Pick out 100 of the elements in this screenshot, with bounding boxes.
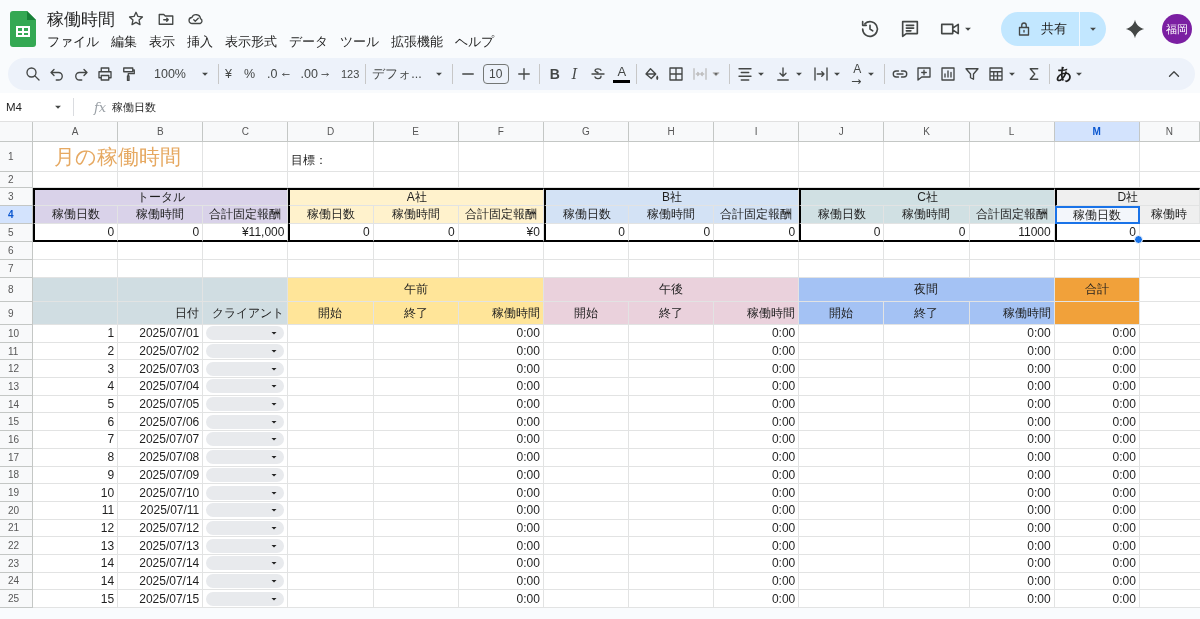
total-header: 合計: [1054, 278, 1140, 302]
summary-value: 0: [714, 224, 800, 242]
name-box[interactable]: M4: [6, 101, 22, 113]
number-format-button[interactable]: 123: [340, 68, 360, 80]
row-number[interactable]: 9: [0, 302, 33, 325]
increase-decimals-button[interactable]: .00: [300, 67, 331, 81]
column-header[interactable]: H: [629, 122, 715, 142]
history-icon[interactable]: [859, 18, 881, 40]
time-value: 0:00: [714, 342, 800, 361]
time-value: 0:00: [458, 378, 544, 396]
row-number[interactable]: 7: [0, 260, 33, 278]
date-value: 2025/07/10: [118, 484, 204, 502]
date-value: 2025/07/11: [118, 501, 204, 520]
filter-icon[interactable]: [963, 65, 982, 83]
index-value: 12: [33, 519, 119, 538]
text-color-button[interactable]: A: [613, 65, 631, 83]
row-number[interactable]: 16: [0, 431, 33, 449]
menu-item[interactable]: ヘルプ: [455, 33, 494, 51]
table-icon[interactable]: [987, 65, 1006, 83]
menu-item[interactable]: 拡張機能: [391, 33, 443, 51]
time-value: 0:00: [714, 431, 800, 449]
column-label: 稼働時間: [629, 206, 715, 224]
bold-button[interactable]: B: [549, 66, 560, 82]
avatar[interactable]: 福岡: [1162, 14, 1192, 44]
sparkle-icon[interactable]: [1124, 18, 1146, 40]
percent-button[interactable]: %: [243, 67, 256, 81]
print-icon[interactable]: [96, 65, 114, 83]
row-number[interactable]: 1: [0, 142, 33, 172]
time-value: 0:00: [969, 590, 1055, 608]
add-comment-icon[interactable]: [915, 65, 934, 83]
comment-icon[interactable]: [899, 18, 921, 40]
date-value: 2025/07/15: [118, 590, 204, 608]
row-number[interactable]: 3: [0, 188, 33, 206]
time-value: 0:00: [714, 501, 800, 520]
column-header[interactable]: A: [33, 122, 119, 142]
row-number[interactable]: 6: [0, 242, 33, 260]
paint-format-icon[interactable]: [120, 65, 138, 83]
menu-item[interactable]: ファイル: [47, 33, 99, 51]
row-number[interactable]: 4: [0, 206, 33, 224]
document-title[interactable]: 稼働時間: [47, 7, 115, 31]
menu-item[interactable]: ツール: [340, 33, 379, 51]
row-number[interactable]: 5: [0, 224, 33, 242]
column-header[interactable]: F: [458, 122, 544, 142]
column-label: 終了: [884, 302, 970, 325]
column-header[interactable]: J: [799, 122, 885, 142]
menu-item[interactable]: 編集: [111, 33, 137, 51]
font-select[interactable]: デフォ...: [372, 65, 446, 83]
column-header[interactable]: I: [714, 122, 800, 142]
time-value: 0:00: [458, 554, 544, 573]
menu-item[interactable]: 挿入: [187, 33, 213, 51]
row-number[interactable]: 22: [0, 537, 33, 555]
column-header[interactable]: C: [203, 122, 289, 142]
text-wrap-icon[interactable]: [812, 65, 831, 83]
menu-item[interactable]: 表示: [149, 33, 175, 51]
index-value: 4: [33, 378, 119, 396]
align-icon[interactable]: [736, 65, 755, 83]
menu-item[interactable]: データ: [289, 33, 328, 51]
fill-handle[interactable]: [1133, 235, 1143, 244]
total-value: 0:00: [1054, 519, 1140, 538]
text-rotation-button[interactable]: A: [850, 63, 865, 85]
font-size-field[interactable]: 10: [482, 64, 509, 84]
search-icon[interactable]: [24, 65, 42, 83]
column-header[interactable]: D: [288, 122, 374, 142]
borders-icon[interactable]: [667, 65, 686, 83]
column-header[interactable]: K: [884, 122, 970, 142]
share-button[interactable]: 共有: [1001, 12, 1106, 46]
zoom-select[interactable]: 100%: [154, 67, 212, 81]
formula-field[interactable]: 稼働日数: [112, 99, 157, 115]
summary-value: ¥11,000: [203, 224, 289, 242]
column-label: 稼働時間: [884, 206, 970, 224]
sheets-logo-icon[interactable]: [10, 11, 36, 47]
row-number[interactable]: 2: [0, 172, 33, 188]
row-number[interactable]: 15: [0, 413, 33, 432]
row-number[interactable]: 12: [0, 360, 33, 379]
index-value: 6: [33, 413, 119, 432]
currency-button[interactable]: ¥: [225, 67, 232, 81]
column-header[interactable]: E: [373, 122, 459, 142]
time-value: 0:00: [969, 413, 1055, 432]
column-header[interactable]: L: [969, 122, 1055, 142]
row-number[interactable]: 19: [0, 484, 33, 502]
star-icon[interactable]: [127, 10, 145, 28]
time-value: 0:00: [714, 325, 800, 343]
column-header[interactable]: G: [543, 122, 629, 142]
time-value: 0:00: [714, 360, 800, 379]
row-number[interactable]: 13: [0, 378, 33, 396]
input-tools-button[interactable]: あ: [1056, 63, 1073, 85]
chart-icon[interactable]: [939, 65, 958, 83]
row-number[interactable]: 8: [0, 278, 33, 302]
menu-item[interactable]: 表示形式: [225, 33, 277, 51]
column-header[interactable]: N: [1139, 122, 1200, 142]
row-number[interactable]: 10: [0, 325, 33, 343]
column-label: 終了: [373, 302, 459, 325]
column-header[interactable]: M: [1054, 122, 1140, 142]
period-header: 午後: [543, 278, 800, 302]
sheet-title: 月の稼働時間: [33, 142, 204, 172]
row-number[interactable]: 25: [0, 590, 33, 608]
column-header[interactable]: B: [118, 122, 204, 142]
decrease-decimals-button[interactable]: .0: [267, 67, 291, 81]
total-value: 0:00: [1054, 342, 1140, 361]
italic-button[interactable]: I: [571, 66, 578, 82]
